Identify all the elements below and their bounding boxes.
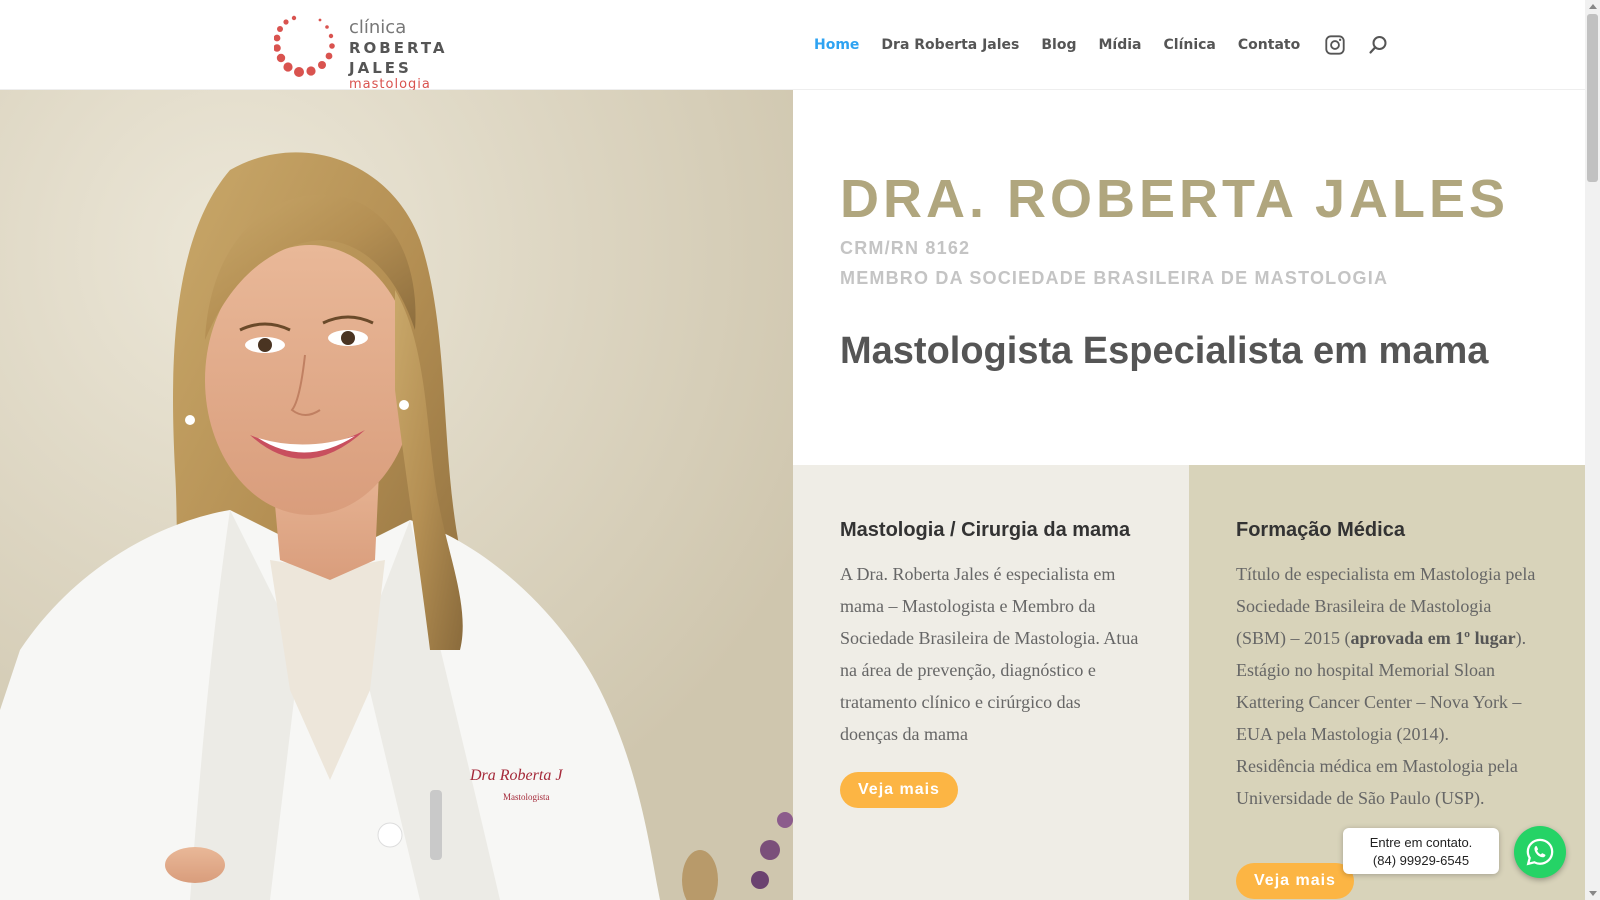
card-title: Mastologia / Cirurgia da mama (840, 519, 1131, 541)
card-body: A Dra. Roberta Jales é especialista em m… (840, 564, 1139, 744)
nav-blog[interactable]: Blog (1041, 37, 1076, 53)
whatsapp-phone: (84) 99929-6545 (1372, 853, 1470, 868)
coat-embroidery-name: Dra Roberta J (469, 767, 563, 784)
scroll-down-arrow-icon[interactable] (1589, 891, 1597, 896)
hero-crm: CRM/RN 8162 (840, 238, 971, 258)
logo-dots-icon (274, 15, 335, 77)
instagram-icon[interactable] (1324, 34, 1346, 56)
card-body-highlight: aprovada em 1º lugar (1350, 628, 1516, 648)
nav-home[interactable]: Home (814, 37, 859, 53)
card-body: Título de especialista em Mastologia pel… (1236, 558, 1538, 814)
hero-section: DRA. ROBERTA JALES CRM/RN 8162 MEMBRO DA… (793, 90, 1585, 465)
veja-mais-button[interactable]: Veja mais (1236, 863, 1354, 899)
nav-contato[interactable]: Contato (1238, 37, 1300, 53)
hero-member: MEMBRO DA SOCIEDADE BRASILEIRA DE MASTOL… (840, 268, 1389, 288)
card-body-text: ). (1515, 628, 1527, 648)
doctor-photo: Dra Roberta J Mastologista (0, 90, 793, 900)
whatsapp-icon (1526, 838, 1554, 866)
coat-embroidery-title: Mastologista (503, 792, 550, 802)
card-title: Formação Médica (1236, 519, 1405, 541)
card-body-text: Residência médica em Mastologia pela Uni… (1236, 756, 1518, 808)
main-nav: Home Dra Roberta Jales Blog Mídia Clínic… (814, 34, 1388, 56)
search-icon[interactable] (1368, 35, 1388, 55)
veja-mais-button[interactable]: Veja mais (840, 772, 958, 808)
nav-clinica[interactable]: Clínica (1164, 37, 1216, 53)
scrollbar-thumb[interactable] (1587, 14, 1598, 182)
site-logo[interactable]: clínica ROBERTA JALES mastologia (274, 12, 514, 92)
doctor-illustration: Dra Roberta J Mastologista (0, 90, 793, 900)
hero-subtitle: Mastologista Especialista em mama (840, 330, 1489, 372)
logo-text: clínica ROBERTA JALES mastologia (349, 18, 514, 92)
whatsapp-text: Entre em contato. (1369, 835, 1473, 850)
scroll-up-arrow-icon[interactable] (1589, 4, 1597, 9)
card-mastologia: Mastologia / Cirurgia da mama A Dra. Rob… (793, 465, 1189, 900)
hero-title: DRA. ROBERTA JALES (840, 169, 1510, 229)
nav-dra-roberta-jales[interactable]: Dra Roberta Jales (881, 37, 1019, 53)
site-header: clínica ROBERTA JALES mastologia Home Dr… (0, 0, 1585, 92)
nav-midia[interactable]: Mídia (1099, 37, 1142, 53)
logo-line-2: ROBERTA JALES (349, 39, 448, 77)
logo-line-1: clínica (349, 17, 407, 38)
whatsapp-button[interactable] (1514, 826, 1566, 878)
card-body-text: Estágio no hospital Memorial Sloan Katte… (1236, 660, 1522, 744)
scrollbar[interactable] (1585, 0, 1600, 900)
whatsapp-bubble[interactable]: Entre em contato. (84) 99929-6545 (1343, 828, 1499, 874)
